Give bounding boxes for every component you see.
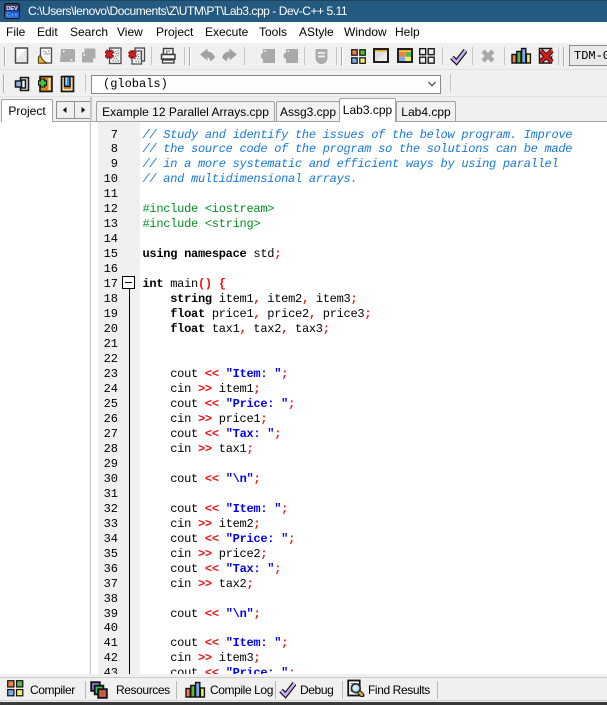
svg-text:C++: C++	[6, 13, 18, 19]
svg-text:DEV: DEV	[6, 6, 18, 12]
